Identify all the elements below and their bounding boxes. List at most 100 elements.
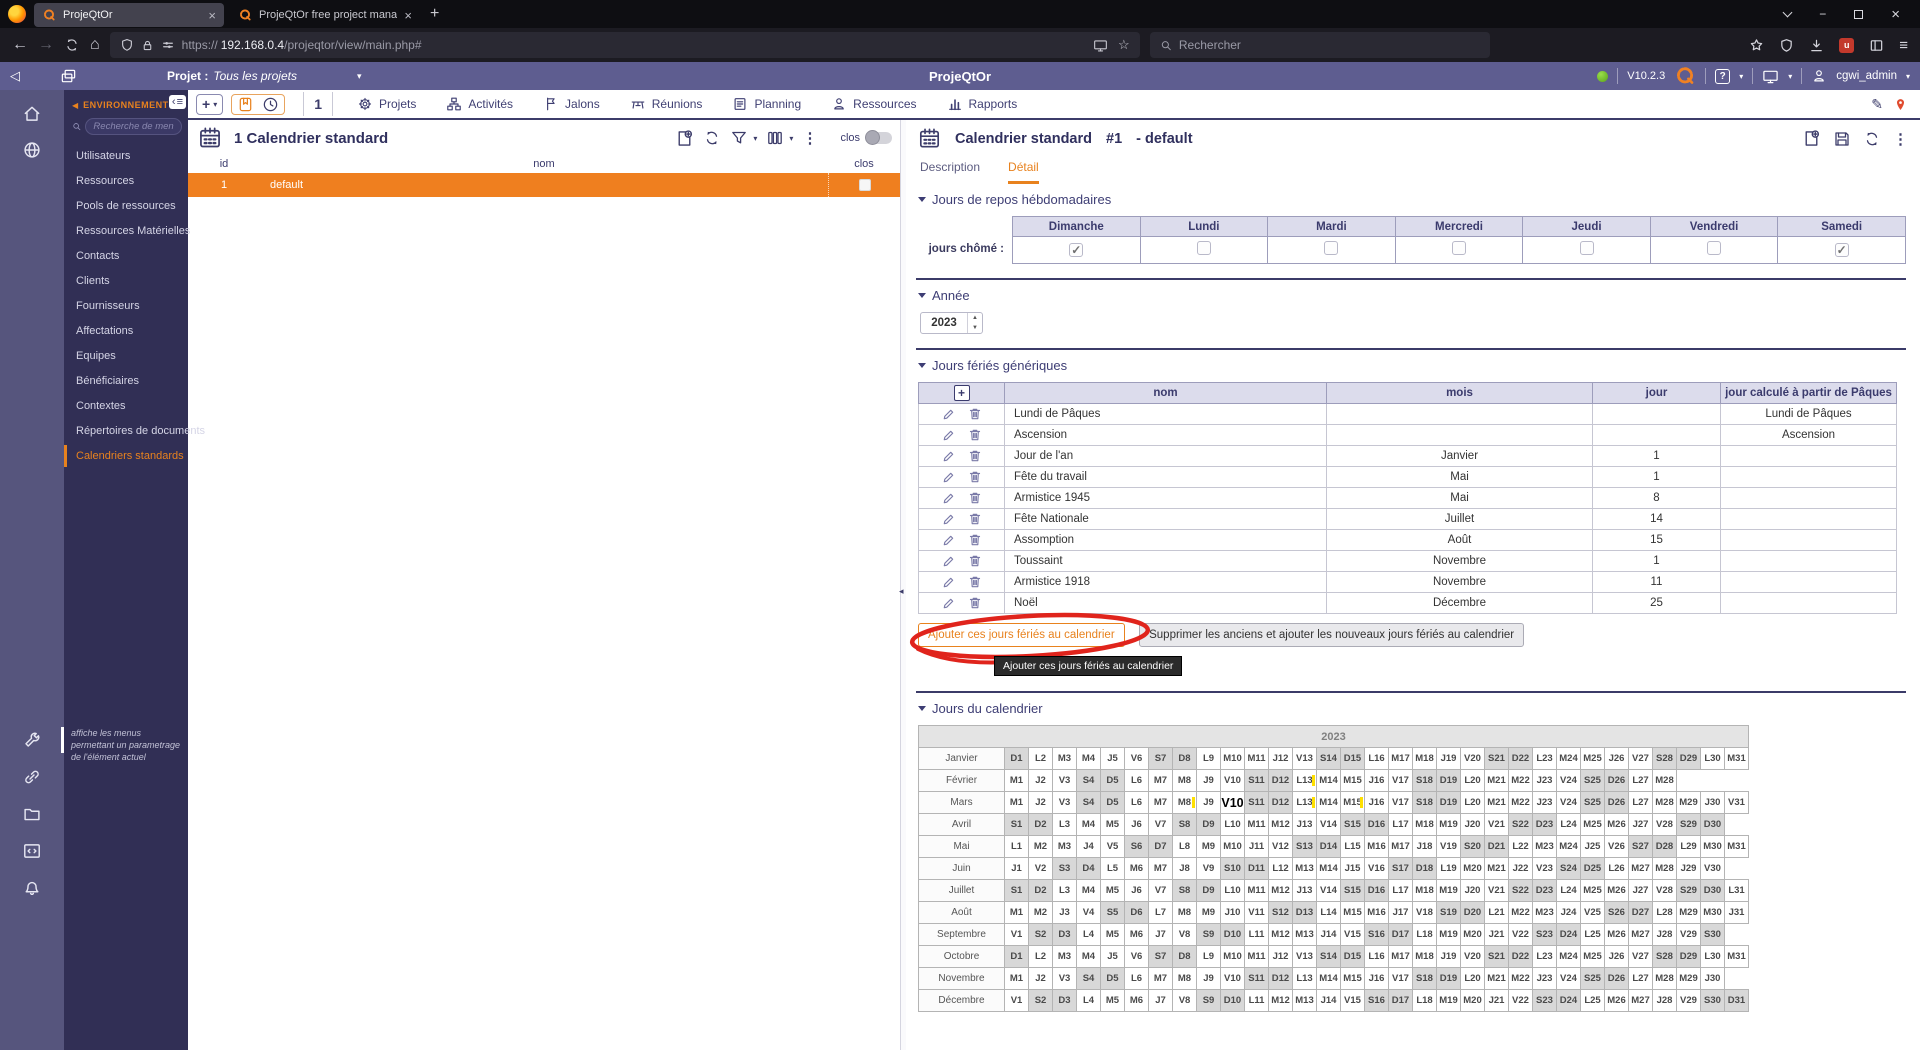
edit-pencil-icon[interactable] [942,575,956,589]
edit-pencil-icon[interactable] [942,470,956,484]
window-maximize-button[interactable] [1854,9,1864,19]
add-holiday-button[interactable]: + [953,385,970,401]
menu-search-input[interactable] [85,118,182,135]
tab-description[interactable]: Description [920,160,980,184]
delete-trash-icon[interactable] [968,512,982,526]
code-window-icon[interactable] [22,841,42,861]
rest-day-checkbox-jeudi[interactable] [1579,240,1594,255]
delete-trash-icon[interactable] [968,533,982,547]
delete-trash-icon[interactable] [968,596,982,610]
refresh-icon[interactable] [1863,130,1881,148]
firefox-logo-icon[interactable] [8,5,26,23]
sidebar-item-beneficiaires[interactable]: Bénéficiaires [64,370,188,392]
section-collapse-icon[interactable] [918,363,926,368]
rest-day-checkbox-mercredi[interactable] [1451,240,1466,255]
edit-pencil-icon[interactable] [942,491,956,505]
toolbar-menu-projets[interactable]: Projets [357,96,416,112]
globe-icon[interactable] [22,140,42,160]
year-spinner[interactable]: 2023 ▲ ▼ [920,312,983,334]
add-element-button[interactable]: + ▾ [196,93,224,115]
url-bar[interactable]: https:// 192.168.0.4 /projeqtor/view/mai… [109,32,1140,58]
delete-trash-icon[interactable] [968,554,982,568]
year-spin-down-icon[interactable]: ▼ [968,323,982,333]
help-button[interactable]: ? [1715,68,1731,84]
documents-folder-icon[interactable] [22,804,42,824]
project-selector-caret-icon[interactable]: ▾ [357,71,362,82]
toolbar-menu-activites[interactable]: Activités [446,96,513,112]
alert-pin-icon[interactable] [1893,97,1908,112]
replace-holidays-button[interactable]: Supprimer les anciens et ajouter les nou… [1139,623,1525,647]
delete-trash-icon[interactable] [968,575,982,589]
sidebar-item-equipes[interactable]: Equipes [64,345,188,367]
filter-caret-icon[interactable]: ▾ [753,134,757,143]
help-caret-icon[interactable]: ▾ [1739,72,1743,81]
delete-trash-icon[interactable] [968,407,982,421]
project-selector-value[interactable]: Tous les projets [213,69,297,83]
section-header[interactable]: Jours de repos hébdomadaires [916,184,1906,214]
sidebar-item-ressources[interactable]: Ressources [64,170,188,192]
edit-pencil-icon[interactable] [942,533,956,547]
reload-button[interactable] [64,37,80,53]
window-close-button[interactable]: × [1891,6,1900,23]
browser-tab-inactive[interactable]: ProjeQtOr free project manage × [230,3,420,27]
section-header[interactable]: Jours fériés génériques [916,350,1906,380]
toolbar-menu-planning[interactable]: Planning [732,96,801,112]
rest-day-checkbox-samedi[interactable]: ✓ [1834,243,1849,257]
section-header[interactable]: Année [916,280,1906,310]
save-page-star-icon[interactable] [1749,38,1764,53]
back-button[interactable]: ← [12,37,28,53]
home-icon[interactable] [22,104,42,124]
tools-wrench-icon[interactable] [22,730,42,750]
user-avatar-icon[interactable] [1811,68,1827,84]
year-spin-up-icon[interactable]: ▲ [968,313,982,323]
display-caret-icon[interactable]: ▾ [1788,72,1792,81]
rest-day-checkbox-mardi[interactable] [1324,240,1339,255]
checklist-add-icon[interactable] [1802,129,1821,148]
toolbar-menu-jalons[interactable]: Jalons [543,96,600,112]
browser-search-input[interactable] [1178,38,1480,52]
list-menu-kebab-icon[interactable]: ⋮ [802,129,817,147]
bookmark-star-icon[interactable]: ☆ [1118,37,1130,53]
forward-button[interactable]: → [38,37,54,53]
downloads-icon[interactable] [1809,38,1824,53]
toolbar-menu-ressources[interactable]: Ressources [831,96,917,112]
sidebar-item-calendriers-standards[interactable]: Calendriers standards [64,445,188,467]
sidebar-toggle-icon[interactable] [1869,38,1884,53]
edit-pencil-icon[interactable] [942,428,956,442]
delete-trash-icon[interactable] [968,428,982,442]
filter-funnel-icon[interactable] [730,129,748,147]
tab-close-icon[interactable]: × [208,8,216,23]
sidebar-item-ressources-materielles[interactable]: Ressources Matérielles [64,220,190,242]
closed-filter-toggle[interactable] [865,130,892,145]
edit-pencil-icon[interactable] [942,554,956,568]
save-icon[interactable] [1833,130,1851,148]
add-holidays-button[interactable]: Ajouter ces jours fériés au calendrier [918,623,1125,647]
tab-close-icon[interactable]: × [404,8,412,23]
columns-caret-icon[interactable]: ▾ [789,134,793,143]
sidebar-collapse-button[interactable]: ‹ ≡ [168,95,186,109]
app-back-icon[interactable]: ◁ [10,68,20,84]
delete-trash-icon[interactable] [968,491,982,505]
sidebar-item-contacts[interactable]: Contacts [64,245,188,267]
section-collapse-icon[interactable] [918,706,926,711]
sidebar-item-affectations[interactable]: Affectations [64,320,188,342]
edit-pencil-icon[interactable] [942,512,956,526]
links-chain-icon[interactable] [22,767,42,787]
sidebar-item-repertoires-de-documents[interactable]: Répertoires de documents [64,420,205,442]
section-collapse-icon[interactable] [918,197,926,202]
detail-menu-kebab-icon[interactable]: ⋮ [1893,130,1908,148]
history-clock-icon[interactable] [262,96,279,113]
tab-detail[interactable]: Détail [1008,160,1039,184]
bookmark-icon[interactable] [237,96,254,113]
new-tab-button[interactable]: + [430,5,439,23]
home-button[interactable]: ⌂ [90,37,100,53]
column-header-clos[interactable]: clos [828,158,900,170]
window-minimize-button[interactable]: − [1819,7,1826,21]
column-header-id[interactable]: id [188,158,260,170]
display-mode-icon[interactable] [1762,68,1779,85]
rest-day-checkbox-lundi[interactable] [1196,240,1211,255]
edit-pencil-icon[interactable] [942,596,956,610]
edit-pencil-icon[interactable] [942,449,956,463]
edit-pencil-icon[interactable] [942,407,956,421]
browser-tab-active[interactable]: ProjeQtOr × [34,3,224,27]
